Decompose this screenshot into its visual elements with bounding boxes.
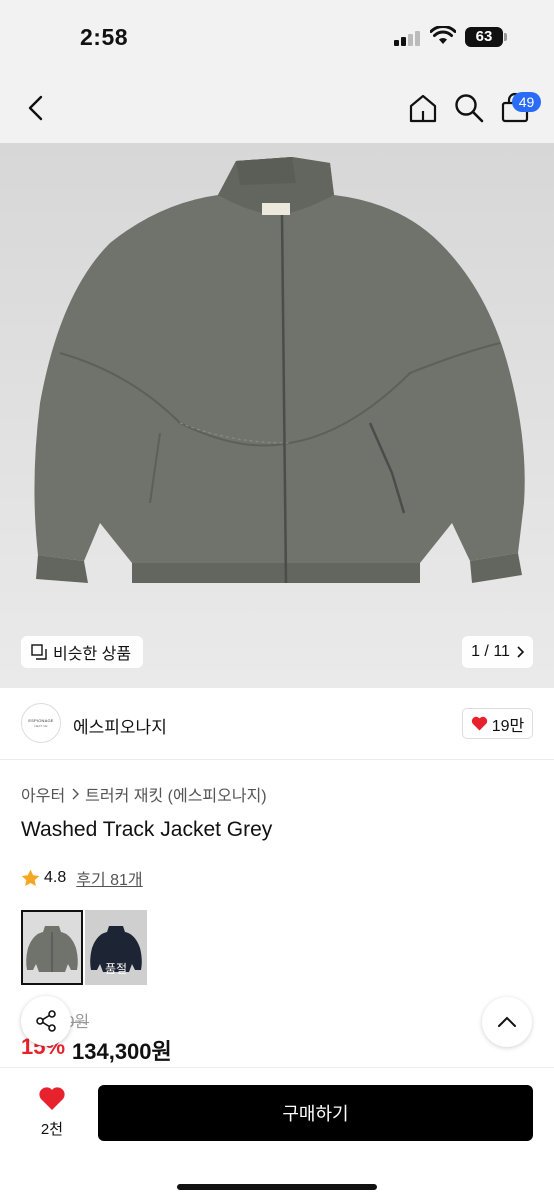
heart-icon [39,1087,65,1110]
back-arrow-icon[interactable] [22,93,52,123]
similar-products-button[interactable]: 비슷한 상품 [21,636,144,668]
cart-count-badge: 49 [512,92,541,112]
bottom-purchase-bar: 2천 구매하기 [0,1067,554,1200]
wifi-icon [430,26,456,44]
home-indicator [177,1184,377,1190]
brand-logo[interactable]: ESPIONAGE NEXT NE [21,703,61,743]
breadcrumb-category[interactable]: 아우터 [21,782,65,806]
status-bar: 2:58 63 [0,0,554,75]
star-icon [21,869,40,886]
breadcrumb-subcategory[interactable]: 트러커 재킷 (에스피오나지) [85,782,266,806]
rating-value: 4.8 [44,869,67,886]
image-counter[interactable]: 1 / 11 [462,636,533,668]
battery-tip [504,33,507,41]
status-time: 2:58 [80,24,129,50]
brand-like-button[interactable]: 19만 [462,708,533,739]
sale-price: 134,300원 [72,1039,172,1064]
product-image-carousel[interactable]: 비슷한 상품 1 / 11 [0,143,554,688]
variant-thumbnail-navy[interactable]: 품절 [85,910,147,985]
rating-row: 4.8 후기 81개 [21,866,143,890]
similar-items-icon [31,644,47,660]
brand-row[interactable]: ESPIONAGE NEXT NE 에스피오나지 19만 [0,688,554,760]
chevron-right-icon [72,788,80,800]
soldout-label: 품절 [104,962,128,976]
brand-logo-text: ESPIONAGE [28,718,54,723]
similar-products-label: 비슷한 상품 [53,646,132,663]
product-title: Washed Track Jacket Grey [21,818,273,841]
share-icon [36,1010,56,1032]
brand-like-count: 19만 [491,717,525,735]
variant-image-grey [26,926,78,972]
chevron-right-icon [517,646,524,658]
cellular-signal-icon [394,30,422,46]
variant-thumbnail-grey[interactable] [21,910,83,985]
buy-button[interactable]: 구매하기 [98,1085,533,1141]
share-button[interactable] [21,996,71,1046]
battery-indicator: 63 [465,27,503,47]
image-counter-text: 1 / 11 [471,643,510,660]
product-image-jacket [34,157,525,584]
wishlist-button[interactable]: 2천 [30,1086,74,1139]
breadcrumb: 아우터 트러커 재킷 (에스피오나지) [21,782,267,806]
review-count-link[interactable]: 후기 81개 [76,866,142,890]
home-icon[interactable] [406,91,440,125]
wishlist-count: 2천 [40,1121,64,1138]
top-navigation: 49 [0,75,554,143]
brand-logo-subtext: NEXT NE [34,724,48,728]
heart-icon [471,716,487,731]
scroll-to-top-button[interactable] [482,997,532,1047]
brand-name[interactable]: 에스피오나지 [73,713,167,738]
search-icon[interactable] [452,91,486,125]
chevron-up-icon [498,1016,516,1027]
